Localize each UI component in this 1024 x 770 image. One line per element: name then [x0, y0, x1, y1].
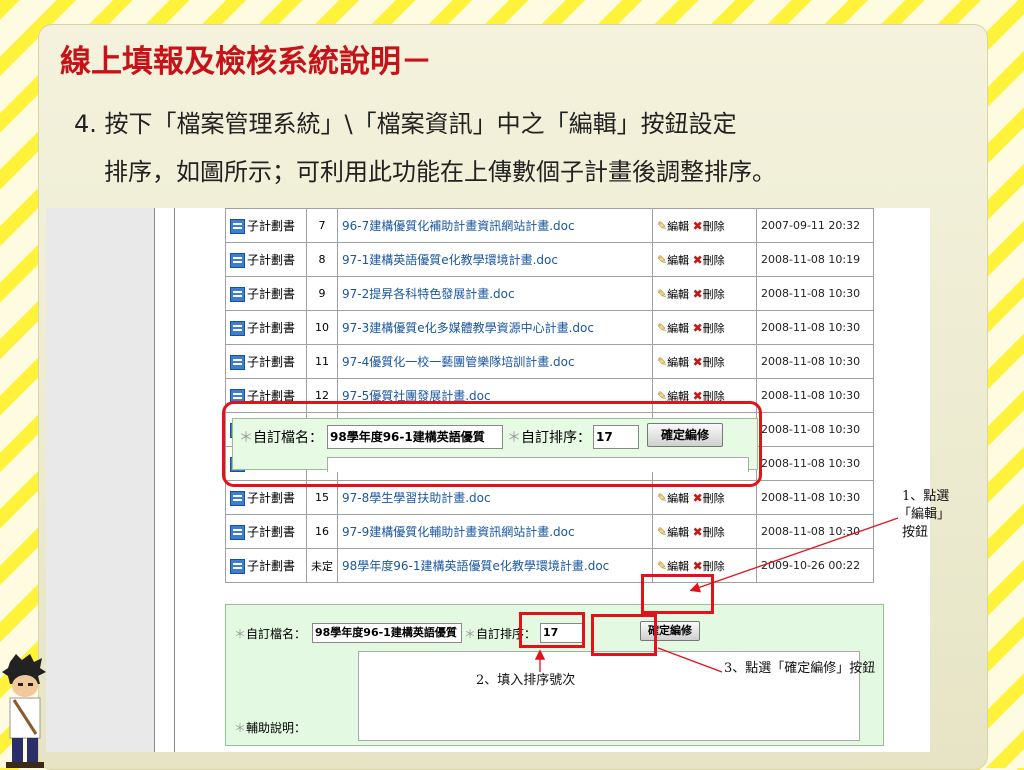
step1-note: 1、點選 「編輯」 按鈕	[898, 489, 951, 540]
student-mascot-icon	[2, 654, 46, 768]
annotation-arrows	[534, 517, 899, 673]
step3-note: 3、點選「確定編修」按鈕	[724, 661, 876, 676]
step2-note: 2、填入排序號次	[476, 673, 576, 688]
